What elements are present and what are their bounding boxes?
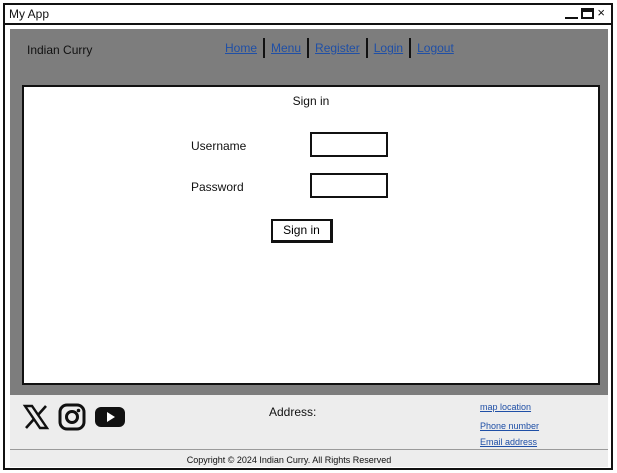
nav-login-link[interactable]: Login bbox=[368, 41, 409, 55]
brand-name: Indian Curry bbox=[27, 43, 93, 57]
nav-register-link[interactable]: Register bbox=[309, 41, 366, 55]
copyright-text: Copyright © 2024 Indian Curry. All Right… bbox=[186, 455, 392, 465]
app-content: Indian Curry Home Menu Register Login Lo… bbox=[10, 29, 608, 467]
window-title: My App bbox=[9, 7, 50, 21]
email-address-link[interactable]: Email address bbox=[480, 434, 539, 450]
title-bar: My App × bbox=[5, 5, 611, 25]
password-label: Password bbox=[191, 180, 244, 194]
contact-links: map location Phone number Email address bbox=[480, 399, 539, 450]
password-input[interactable] bbox=[310, 173, 388, 198]
window-controls: × bbox=[565, 6, 605, 20]
nav-home-link[interactable]: Home bbox=[219, 41, 263, 55]
username-label: Username bbox=[191, 139, 247, 153]
signin-button[interactable]: Sign in bbox=[271, 219, 333, 243]
address-label: Address: bbox=[269, 405, 317, 419]
minimize-icon[interactable] bbox=[565, 17, 579, 19]
signin-card: Sign in Username Password Sign in bbox=[22, 85, 600, 385]
nav-logout-link[interactable]: Logout bbox=[411, 41, 460, 55]
instagram-icon[interactable] bbox=[58, 403, 86, 436]
main-nav: Home Menu Register Login Logout bbox=[219, 38, 460, 58]
youtube-icon[interactable] bbox=[94, 405, 126, 434]
footer-divider bbox=[10, 449, 608, 450]
maximize-icon[interactable] bbox=[581, 7, 595, 19]
x-twitter-icon[interactable] bbox=[22, 403, 50, 436]
nav-menu-link[interactable]: Menu bbox=[265, 41, 307, 55]
phone-number-link[interactable]: Phone number bbox=[480, 418, 539, 434]
footer: Address: map location Phone number Email… bbox=[10, 395, 608, 467]
close-icon[interactable]: × bbox=[597, 6, 605, 20]
signin-title: Sign in bbox=[292, 94, 330, 108]
app-window: My App × Indian Curry Home Menu Register… bbox=[3, 3, 613, 470]
social-links bbox=[22, 403, 126, 436]
username-input[interactable] bbox=[310, 132, 388, 157]
map-location-link[interactable]: map location bbox=[480, 399, 539, 415]
